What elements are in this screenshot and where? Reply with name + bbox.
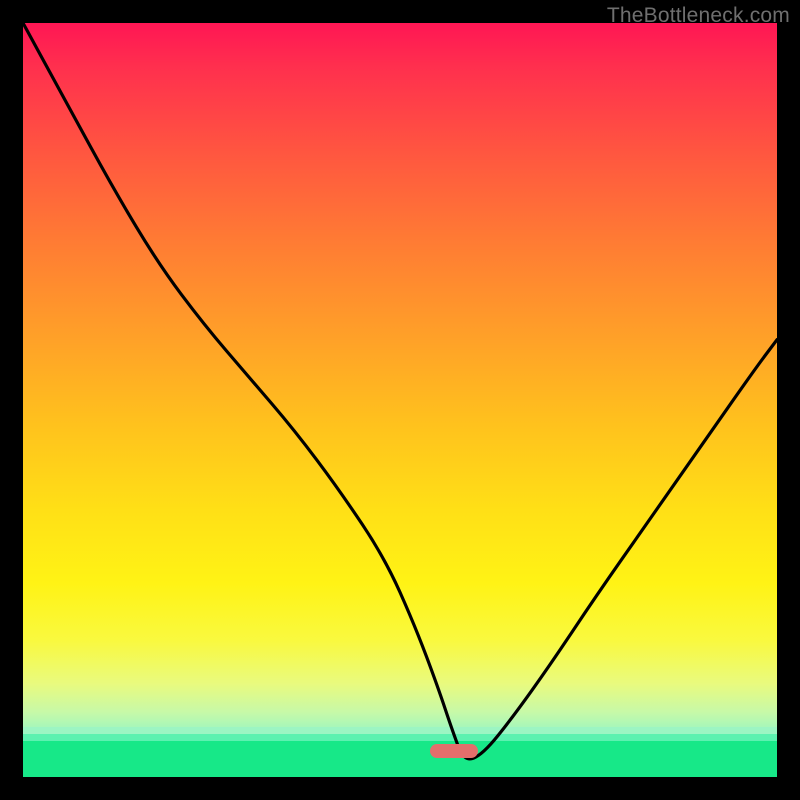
plot-area	[23, 23, 777, 777]
curve-path	[23, 23, 777, 759]
chart-frame: TheBottleneck.com	[0, 0, 800, 800]
optimum-marker	[430, 744, 478, 758]
watermark-text: TheBottleneck.com	[607, 4, 790, 28]
bottleneck-curve	[23, 23, 777, 777]
